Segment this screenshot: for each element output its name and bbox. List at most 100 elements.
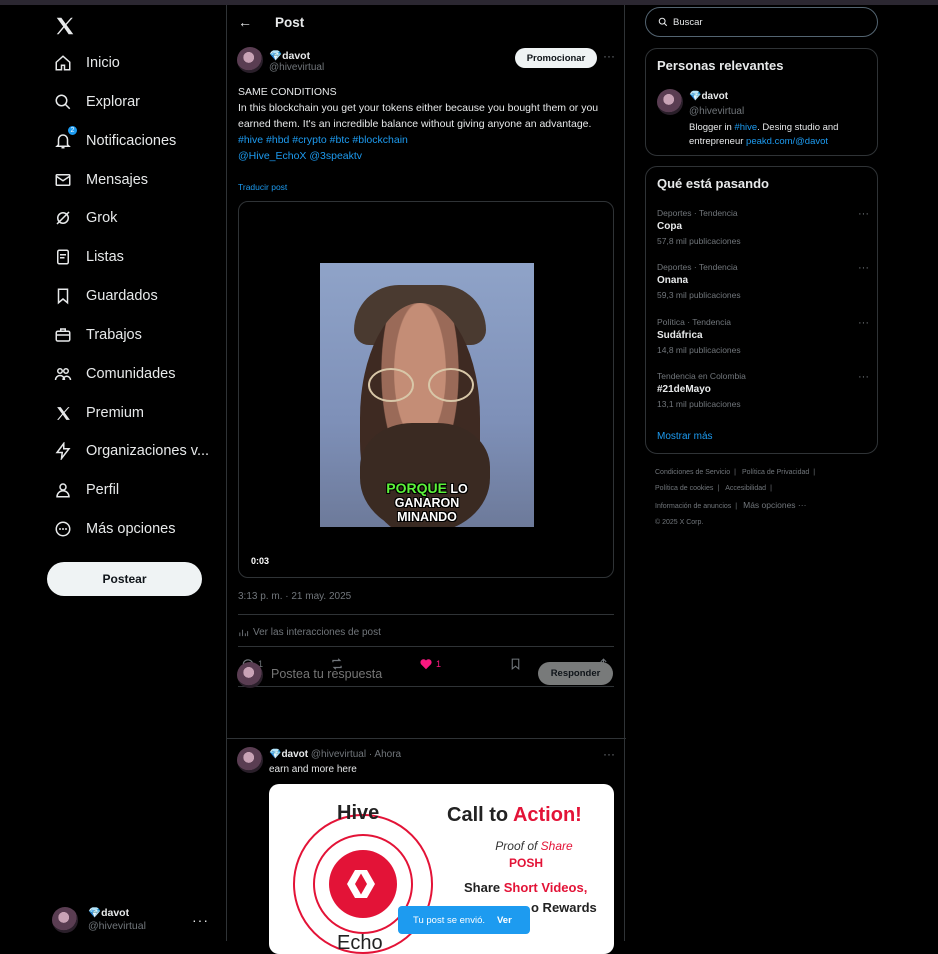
nav-item-guardados[interactable]: Guardados bbox=[52, 278, 158, 314]
relevant-name-row[interactable]: 💎davot bbox=[689, 91, 728, 102]
post-header: ← Post bbox=[227, 5, 626, 41]
relevant-name: davot bbox=[701, 91, 729, 102]
bio-hashtag[interactable]: #hive bbox=[734, 122, 757, 133]
toast-view-link[interactable]: Ver bbox=[497, 915, 512, 926]
nav-item-notificaciones[interactable]: 2 Notificaciones bbox=[52, 123, 176, 159]
footer-link[interactable]: Política de Privacidad bbox=[742, 469, 809, 476]
video-person-glasses bbox=[368, 368, 480, 402]
nav-label: Mensajes bbox=[86, 172, 149, 188]
bookmark-icon bbox=[52, 285, 74, 307]
account-name: davot bbox=[101, 907, 130, 919]
reply-author-name[interactable]: davot bbox=[281, 749, 308, 760]
nav-item-grok[interactable]: Grok bbox=[52, 200, 117, 236]
nav-item-listas[interactable]: Listas bbox=[52, 239, 124, 275]
nav-item-perfil[interactable]: Perfil bbox=[52, 472, 119, 508]
nav-label: Grok bbox=[86, 210, 118, 226]
nav-item-mas-opciones[interactable]: Más opciones bbox=[52, 511, 175, 547]
hive-logo-icon bbox=[329, 850, 397, 918]
reply-composer: Responder bbox=[227, 651, 626, 707]
post-hashtags[interactable]: #hive #hbd #crypto #btc #blockchain bbox=[238, 132, 610, 148]
more-icon[interactable]: ··· bbox=[192, 912, 209, 928]
reply-time[interactable]: Ahora bbox=[374, 749, 401, 760]
nav-item-explorar[interactable]: Explorar bbox=[52, 84, 140, 120]
diamond-icon: 💎 bbox=[269, 749, 282, 760]
author-handle[interactable]: @hivevirtual bbox=[269, 62, 324, 73]
more-icon[interactable]: ··· bbox=[858, 317, 869, 329]
briefcase-icon bbox=[52, 324, 74, 346]
more-icon[interactable]: ··· bbox=[858, 208, 869, 220]
right-sidebar: Personas relevantes 💎davot @hivevirtual … bbox=[625, 5, 938, 941]
search-input[interactable] bbox=[673, 16, 863, 28]
nav-label: Más opciones bbox=[86, 521, 176, 537]
trend-count: 14,8 mil publicaciones bbox=[657, 345, 741, 355]
more-icon[interactable]: ··· bbox=[858, 371, 869, 383]
nav-label: Explorar bbox=[86, 94, 140, 110]
relevant-handle[interactable]: @hivevirtual bbox=[689, 106, 744, 117]
notification-badge: 2 bbox=[67, 125, 78, 136]
footer-link[interactable]: Política de cookies bbox=[655, 485, 713, 492]
reply-author-handle[interactable]: @hivevirtual bbox=[311, 749, 366, 760]
image-cta-text: Call to bbox=[447, 804, 509, 826]
avatar[interactable] bbox=[237, 747, 263, 773]
image-share: Share Short Videos, bbox=[464, 880, 587, 895]
post-text: SAME CONDITIONS In this blockchain you g… bbox=[238, 84, 610, 164]
translate-link[interactable]: Traducir post bbox=[238, 182, 287, 192]
post-insights-link[interactable]: Ver las interacciones de post bbox=[238, 627, 381, 638]
avatar[interactable] bbox=[237, 47, 263, 73]
relevant-people-card: Personas relevantes 💎davot @hivevirtual … bbox=[645, 48, 878, 156]
promote-button[interactable]: Promocionar bbox=[515, 48, 597, 68]
video-caption: PORQUE LO GANARON MINANDO bbox=[320, 481, 534, 524]
home-icon bbox=[52, 52, 74, 74]
image-cta: Call to Action! bbox=[447, 804, 582, 827]
more-icon[interactable]: ··· bbox=[603, 747, 615, 761]
nav-item-organizaciones[interactable]: Organizaciones v... bbox=[52, 433, 209, 469]
post-date[interactable]: 3:13 p. m. · 21 may. 2025 bbox=[238, 591, 351, 602]
account-switcher[interactable]: 💎davot @hivevirtual ··· bbox=[52, 902, 217, 938]
footer-link[interactable]: Información de anuncios bbox=[655, 503, 731, 510]
reply-input[interactable] bbox=[271, 667, 511, 681]
author-name: davot bbox=[282, 50, 311, 62]
nav-item-trabajos[interactable]: Trabajos bbox=[52, 317, 142, 353]
nav-label: Organizaciones v... bbox=[86, 443, 210, 459]
person-icon bbox=[52, 479, 74, 501]
footer-more-options[interactable]: Más opciones ··· bbox=[743, 500, 806, 510]
nav-item-mensajes[interactable]: Mensajes bbox=[52, 162, 148, 198]
search-icon bbox=[52, 91, 74, 113]
nav-item-comunidades[interactable]: Comunidades bbox=[52, 356, 175, 392]
trend-name: #21deMayo bbox=[657, 384, 711, 395]
video-frame: PORQUE LO GANARON MINANDO bbox=[320, 263, 534, 527]
footer-link[interactable]: Accesibilidad bbox=[725, 485, 766, 492]
grok-icon bbox=[52, 207, 74, 229]
post-text-line: SAME CONDITIONS bbox=[238, 86, 337, 98]
nav-label: Notificaciones bbox=[86, 133, 177, 149]
show-more-link[interactable]: Mostrar más bbox=[657, 431, 713, 442]
image-rewards: o Rewards bbox=[531, 900, 597, 915]
trend-item[interactable]: Tendencia en Colombia #21deMayo 13,1 mil… bbox=[657, 371, 869, 416]
post-mentions[interactable]: @Hive_EchoX @3speaktv bbox=[238, 148, 610, 164]
nav-item-premium[interactable]: Premium bbox=[52, 395, 144, 431]
divider bbox=[238, 646, 614, 647]
nav-item-inicio[interactable]: Inicio bbox=[52, 45, 120, 81]
x-logo-icon[interactable] bbox=[54, 15, 76, 37]
bio-link[interactable]: peakd.com/@davot bbox=[746, 136, 828, 147]
video-player[interactable]: PORQUE LO GANARON MINANDO 0:03 bbox=[238, 201, 614, 578]
trend-item[interactable]: Política · Tendencia Sudáfrica 14,8 mil … bbox=[657, 317, 869, 362]
author-name-row[interactable]: 💎davot bbox=[269, 49, 310, 62]
avatar[interactable] bbox=[657, 89, 683, 115]
lightning-icon bbox=[52, 440, 74, 462]
bell-icon: 2 bbox=[52, 125, 78, 152]
more-icon[interactable]: ··· bbox=[603, 49, 615, 63]
post-button[interactable]: Postear bbox=[47, 562, 202, 596]
back-arrow-icon[interactable]: ← bbox=[238, 14, 252, 30]
trend-item[interactable]: Deportes · Tendencia Onana 59,3 mil publ… bbox=[657, 262, 869, 307]
trend-context: Deportes · Tendencia bbox=[657, 262, 738, 272]
trend-item[interactable]: Deportes · Tendencia Copa 57,8 mil publi… bbox=[657, 208, 869, 253]
mail-icon bbox=[52, 169, 74, 191]
reply-button[interactable]: Responder bbox=[538, 662, 613, 685]
card-title: Personas relevantes bbox=[657, 58, 784, 73]
footer-link[interactable]: Condiciones de Servicio bbox=[655, 469, 730, 476]
avatar bbox=[237, 662, 263, 688]
image-share-highlight: Short Videos, bbox=[503, 880, 588, 895]
more-icon[interactable]: ··· bbox=[858, 262, 869, 274]
search-box[interactable] bbox=[645, 7, 878, 37]
